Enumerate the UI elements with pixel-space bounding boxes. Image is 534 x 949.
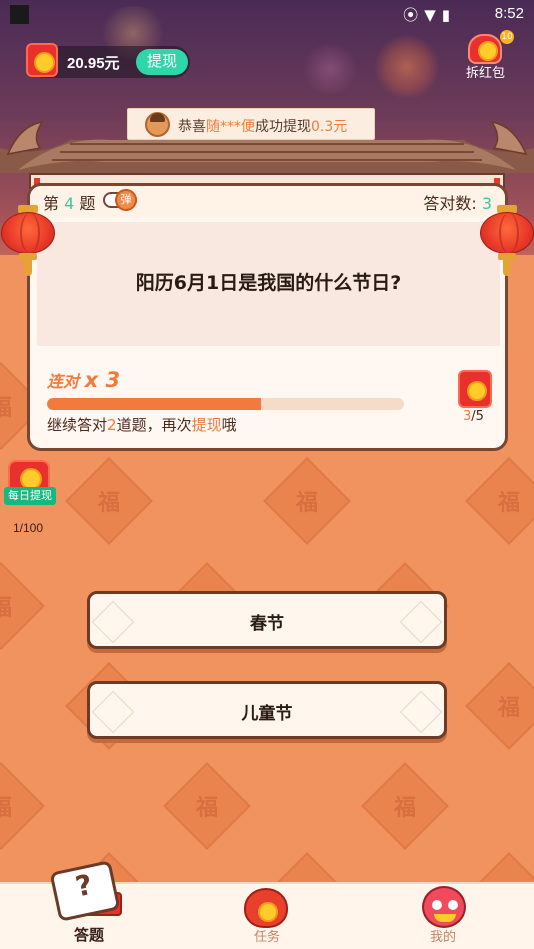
status-time: 8:52 [494,5,524,22]
answer-text: 春节 [250,614,284,634]
tip-highlight: 提现 [191,416,222,434]
streak-label: 连对 x 3 [47,368,120,392]
status-bar: ⦿▼▮ 8:52 [0,0,534,28]
nav-item-tasks[interactable]: 任务 [222,884,312,949]
correct-count-label: 答对数: [423,194,477,213]
notice-text: 恭喜随***便成功提现0.3元 [178,116,347,136]
barrage-toggle[interactable]: 弹 [103,189,139,211]
notice-middle: 成功提现 [255,119,311,135]
status-icons: ⦿▼▮ [403,4,456,25]
ornament-icon [399,600,443,644]
nav-label-tasks: 任务 [253,930,280,945]
red-packet-icon [468,34,502,64]
tip-middle: 道题，再次 [116,416,192,434]
streak-tip: 继续答对2道题，再次提现哦 [47,414,237,435]
avatar [145,112,170,137]
daily-withdraw-count: 1/100 [13,521,44,535]
red-packet-label: 拆红包 [466,66,506,81]
red-envelope-icon [26,43,58,77]
red-packet-badge: 10 [500,30,514,44]
location-icon: ⦿ [403,6,425,24]
bottom-nav: 答题 任务 我的 [0,860,534,949]
daily-withdraw-button[interactable]: 每日提现 1/100 [4,460,56,540]
withdraw-button[interactable]: 提现 [136,49,188,75]
tip-suffix: 哦 [221,416,237,434]
packet-total: /5 [471,409,484,424]
streak-progress-fill [47,398,262,410]
balance-amount: 20.95元 [67,55,120,72]
question-number-value: 4 [64,194,75,213]
question-text: 阳历6月1日是我国的什么节日? [135,272,402,294]
notice-prefix: 恭喜 [178,119,206,135]
question-number-suffix: 题 [79,194,96,213]
daily-withdraw-label: 每日提现 [4,487,56,505]
money-bag-icon [244,888,288,928]
nav-label-quiz: 答题 [73,926,104,944]
lantern-right-icon [480,205,534,276]
question-panel: 阳历6月1日是我国的什么节日? [37,222,500,346]
battery-icon: ▮ [441,6,456,24]
reward-packet-icon[interactable] [458,370,492,408]
nav-item-mine[interactable]: 我的 [398,884,488,949]
streak-multiplier: x 3 [84,368,121,392]
nav-item-quiz[interactable]: 答题 [44,860,134,949]
streak-progress-bar [47,398,404,410]
streak-label-text: 连对 [47,372,80,391]
withdraw-notice-banner: 恭喜随***便成功提现0.3元 [127,108,375,140]
reward-packet-count: 3/5 [463,409,484,424]
notice-amount: 0.3元 [311,119,348,135]
toggle-knob: 弹 [115,189,137,211]
question-card: 第 4 题 弹 答对数: 3 阳历6月1日是我国的什么节日? 连对 x 3 继续… [27,183,508,451]
question-header: 第 4 题 弹 答对数: 3 [30,186,505,218]
wifi-icon: ▼ [424,6,442,24]
balance-pill: 20.95元 提现 [26,43,190,78]
ornament-icon [399,690,443,734]
firework-decoration [300,44,360,94]
open-red-packet-button[interactable]: 10 拆红包 [462,30,514,81]
answer-option[interactable]: 春节 [87,591,447,649]
notice-user: 随***便 [206,119,255,135]
lantern-left-icon [1,205,55,276]
tip-prefix: 继续答对 [47,416,108,434]
answer-text: 儿童节 [241,704,293,724]
tip-count: 2 [107,416,117,434]
answer-option[interactable]: 儿童节 [87,681,447,739]
nav-label-mine: 我的 [429,930,456,945]
lion-dance-icon [422,886,466,928]
notification-icon [10,5,29,24]
firework-decoration [374,34,440,100]
